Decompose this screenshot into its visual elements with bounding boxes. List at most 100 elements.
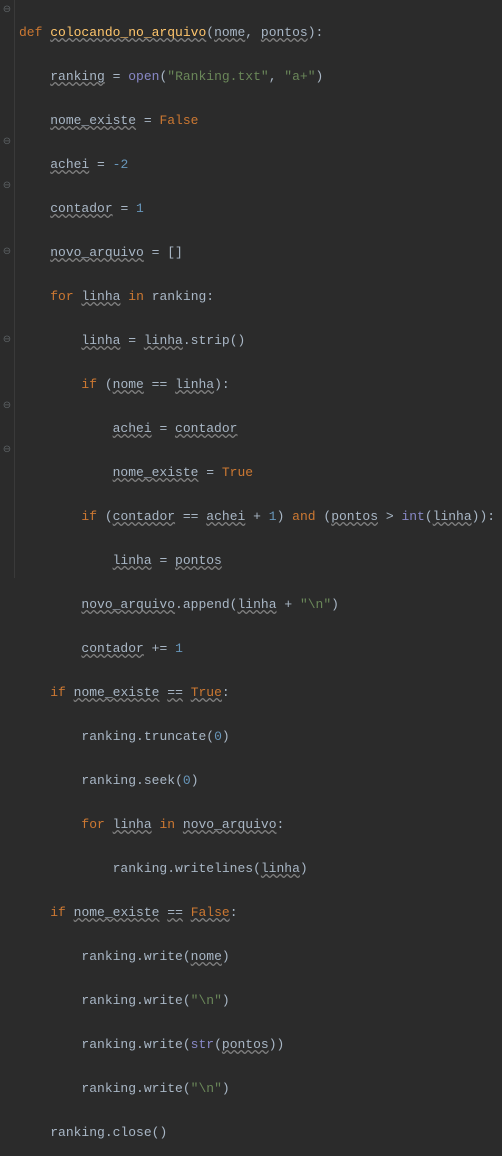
operator-eq: ==	[167, 905, 183, 920]
code-line[interactable]: for linha in novo_arquivo:	[19, 814, 495, 836]
code-line[interactable]: nome_existe = True	[19, 462, 495, 484]
method-call: append	[183, 597, 230, 612]
string-literal: "Ranking.txt"	[167, 69, 268, 84]
gutter-row	[0, 286, 14, 308]
code-line[interactable]: novo_arquivo.append(linha + "\n")	[19, 594, 495, 616]
variable: ranking	[152, 289, 207, 304]
code-line[interactable]: ranking.write("\n")	[19, 990, 495, 1012]
number-literal: 1	[269, 509, 277, 524]
code-line[interactable]: if (contador == achei + 1) and (pontos >…	[19, 506, 495, 528]
code-line[interactable]: linha = pontos	[19, 550, 495, 572]
code-line[interactable]: ranking.write(str(pontos))	[19, 1034, 495, 1056]
variable: linha	[175, 377, 214, 392]
variable: ranking	[50, 1125, 105, 1140]
string-literal: "\n"	[191, 1081, 222, 1096]
gutter-row	[0, 528, 14, 550]
gutter-row	[0, 88, 14, 110]
string-literal: "\n"	[191, 993, 222, 1008]
variable: linha	[433, 509, 472, 524]
code-line[interactable]: contador = 1	[19, 198, 495, 220]
code-line[interactable]: for linha in ranking:	[19, 286, 495, 308]
gutter-row	[0, 110, 14, 132]
code-line[interactable]: nome_existe = False	[19, 110, 495, 132]
number-literal: 0	[183, 773, 191, 788]
variable: pontos	[175, 553, 222, 568]
code-line[interactable]: ranking.truncate(0)	[19, 726, 495, 748]
method-call: strip	[191, 333, 230, 348]
code-line[interactable]: if nome_existe == True:	[19, 682, 495, 704]
variable: novo_arquivo	[50, 245, 144, 260]
code-line[interactable]: ranking.write("\n")	[19, 1078, 495, 1100]
variable: linha	[81, 333, 120, 348]
fold-icon[interactable]: ⊖	[0, 440, 14, 462]
gutter-row	[0, 66, 14, 88]
variable: contador	[50, 201, 112, 216]
gutter-row	[0, 462, 14, 484]
gutter-row	[0, 506, 14, 528]
builtin-str: str	[191, 1037, 214, 1052]
variable: ranking	[81, 773, 136, 788]
code-line[interactable]: linha = linha.strip()	[19, 330, 495, 352]
code-editor[interactable]: ⊖ ⊖ ⊖ ⊖ ⊖ ⊖ ⊖ def colocando_no_arquivo(n…	[0, 0, 502, 578]
fold-icon[interactable]: ⊖	[0, 242, 14, 264]
method-call: seek	[144, 773, 175, 788]
method-call: close	[113, 1125, 152, 1140]
operator-eq: ==	[167, 685, 183, 700]
variable: ranking	[81, 729, 136, 744]
number-literal: 0	[214, 729, 222, 744]
code-line[interactable]: achei = contador	[19, 418, 495, 440]
code-line[interactable]: if nome_existe == False:	[19, 902, 495, 924]
method-call: write	[144, 993, 183, 1008]
code-line[interactable]: ranking.write(nome)	[19, 946, 495, 968]
function-name: colocando_no_arquivo	[50, 25, 206, 40]
operator-eq: ==	[152, 377, 168, 392]
bool-true: True	[191, 685, 222, 700]
keyword-in: in	[128, 289, 144, 304]
variable: ranking	[81, 949, 136, 964]
gutter-row	[0, 484, 14, 506]
fold-icon[interactable]: ⊖	[0, 396, 14, 418]
code-line[interactable]: novo_arquivo = []	[19, 242, 495, 264]
bool-false: False	[159, 113, 198, 128]
param: pontos	[261, 25, 308, 40]
variable: linha	[81, 289, 120, 304]
code-line[interactable]: contador += 1	[19, 638, 495, 660]
variable: ranking	[81, 993, 136, 1008]
code-line[interactable]: def colocando_no_arquivo(nome, pontos):	[19, 22, 495, 44]
code-line[interactable]: if (nome == linha):	[19, 374, 495, 396]
gutter-row	[0, 418, 14, 440]
fold-icon[interactable]: ⊖	[0, 0, 14, 22]
variable: pontos	[331, 509, 378, 524]
bool-true: True	[222, 465, 253, 480]
variable: novo_arquivo	[81, 597, 175, 612]
code-line[interactable]: achei = -2	[19, 154, 495, 176]
method-call: write	[144, 949, 183, 964]
number-literal: 1	[175, 641, 183, 656]
variable: pontos	[222, 1037, 269, 1052]
code-line[interactable]: ranking.seek(0)	[19, 770, 495, 792]
gutter-row	[0, 264, 14, 286]
variable: ranking	[50, 69, 105, 84]
gutter-row	[0, 374, 14, 396]
method-call: write	[144, 1037, 183, 1052]
bool-false: False	[191, 905, 230, 920]
variable: contador	[81, 641, 143, 656]
variable: nome_existe	[74, 685, 160, 700]
variable: nome	[191, 949, 222, 964]
operator-gt: >	[386, 509, 394, 524]
keyword-if: if	[50, 905, 66, 920]
keyword-def: def	[19, 25, 42, 40]
gutter-row	[0, 220, 14, 242]
gutter: ⊖ ⊖ ⊖ ⊖ ⊖ ⊖ ⊖	[0, 0, 15, 578]
keyword-for: for	[81, 817, 104, 832]
code-line[interactable]: ranking.writelines(linha)	[19, 858, 495, 880]
fold-icon[interactable]: ⊖	[0, 330, 14, 352]
code-line[interactable]: ranking = open("Ranking.txt", "a+")	[19, 66, 495, 88]
operator-plus: +	[253, 509, 261, 524]
code-area[interactable]: def colocando_no_arquivo(nome, pontos): …	[15, 0, 495, 578]
keyword-if: if	[81, 377, 97, 392]
fold-icon[interactable]: ⊖	[0, 176, 14, 198]
variable: linha	[113, 553, 152, 568]
fold-icon[interactable]: ⊖	[0, 132, 14, 154]
code-line[interactable]: ranking.close()	[19, 1122, 495, 1144]
